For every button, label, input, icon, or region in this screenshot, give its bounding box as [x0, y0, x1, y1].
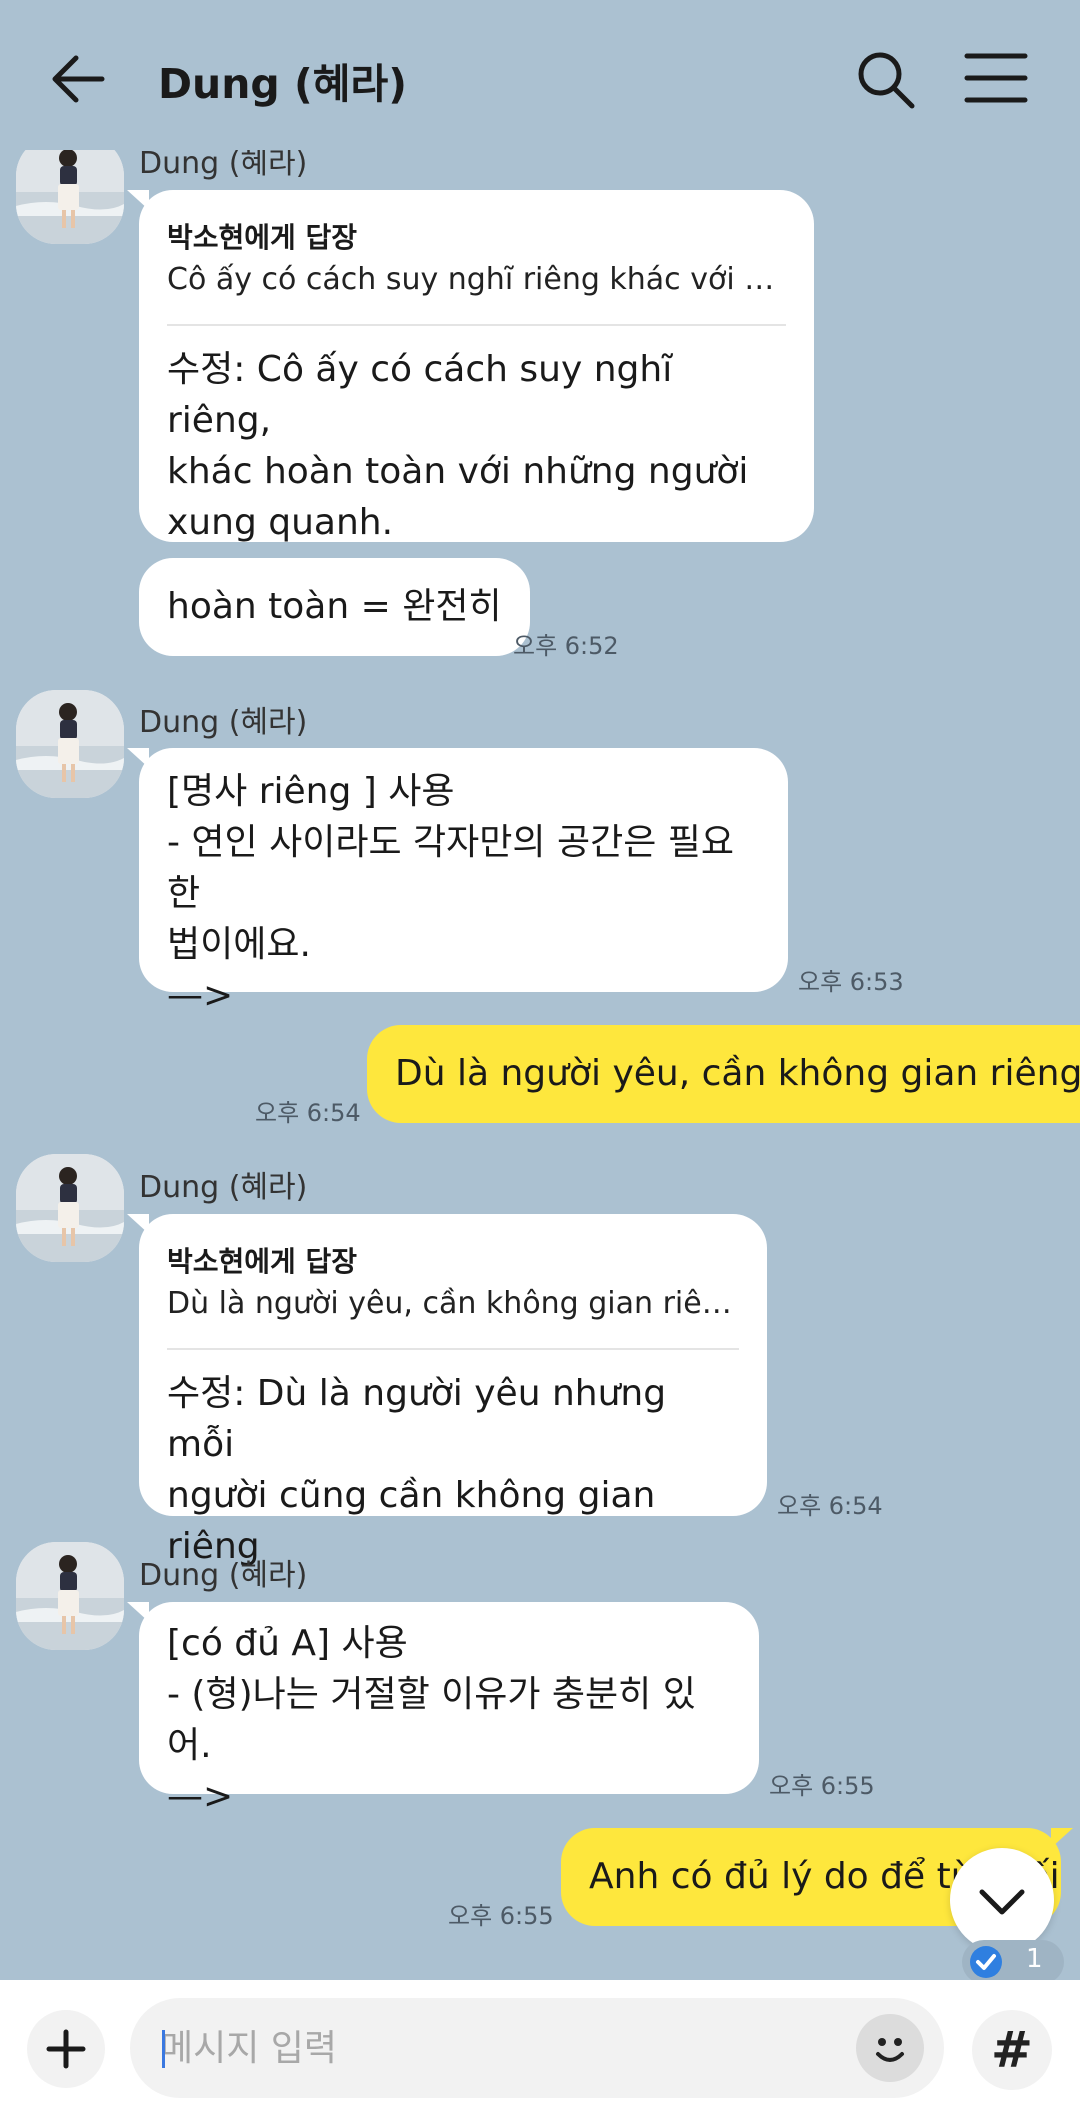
hashtag-button[interactable]: #: [972, 2010, 1052, 2090]
message-input-bar: #: [0, 1980, 1080, 2114]
profile-photo: [16, 690, 124, 798]
avatar[interactable]: [16, 150, 124, 244]
sender-name: Dung (혜라): [139, 1558, 308, 1593]
reply-quote[interactable]: Cô ấy có cách suy nghĩ riêng khác với n.…: [167, 258, 786, 302]
emoji-icon: [876, 2038, 904, 2062]
avatar[interactable]: [16, 690, 124, 798]
message-bubble[interactable]: hoàn toàn = 완전히: [139, 558, 530, 656]
plus-button[interactable]: [27, 2010, 105, 2088]
message-time: 오후 6:54: [255, 1099, 361, 1127]
hamburger-menu-icon[interactable]: [964, 50, 1028, 106]
check-icon: [970, 1946, 1002, 1978]
plus-icon: [46, 2029, 86, 2069]
emoji-button[interactable]: [856, 2014, 924, 2082]
reply-target-label: 박소현에게 답장: [167, 1245, 358, 1278]
chat-header: Dung (혜라): [0, 0, 1080, 150]
message-bubble[interactable]: [명사 riêng ] 사용 - 연인 사이라도 각자만의 공간은 필요한 법이…: [127, 748, 788, 1016]
message-text: 수정: Cô ấy có cách suy nghĩ riêng, khác h…: [167, 349, 749, 543]
message-list[interactable]: Dung (혜라) 박소현에게 답장 Cô ấy có cách suy ngh…: [0, 150, 1080, 1980]
reply-quote[interactable]: Dù là người yêu, cần không gian riêng.: [167, 1282, 739, 1326]
unread-count: 1: [1026, 1944, 1043, 1974]
chat-title: Dung (혜라): [158, 60, 407, 108]
profile-photo: [16, 1542, 124, 1650]
message-input-container[interactable]: [130, 1998, 944, 2098]
message-text: hoàn toàn = 완전히: [167, 586, 502, 627]
chevron-down-icon: [979, 1889, 1025, 1915]
scroll-to-bottom-button[interactable]: [950, 1848, 1054, 1952]
avatar[interactable]: [16, 1154, 124, 1262]
avatar[interactable]: [16, 1542, 124, 1650]
message-time: 오후 6:53: [798, 968, 904, 996]
message-text: [명사 riêng ] 사용 - 연인 사이라도 각자만의 공간은 필요한 법이…: [167, 771, 735, 1016]
arrow-left-icon[interactable]: [44, 44, 114, 114]
message-time: 오후 6:55: [448, 1902, 554, 1930]
profile-photo: [16, 150, 124, 244]
profile-photo: [16, 1154, 124, 1262]
message-bubble[interactable]: 박소현에게 답장 Cô ấy có cách suy nghĩ riêng kh…: [127, 190, 814, 543]
read-badge: 1: [962, 1940, 1064, 1984]
message-time: 오후 6:54: [777, 1492, 883, 1520]
my-message-bubble[interactable]: Dù là người yêu, cần không gian riêng.: [367, 1025, 1080, 1123]
message-text: 수정: Dù là người yêu nhưng mỗi người cũng…: [167, 1373, 667, 1567]
sender-name: Dung (혜라): [139, 1170, 308, 1205]
sender-name: Dung (혜라): [139, 705, 308, 740]
message-time: 오후 6:55: [769, 1772, 875, 1800]
message-text: Dù là người yêu, cần không gian riêng.: [395, 1053, 1080, 1094]
sender-name: Dung (혜라): [139, 150, 308, 181]
message-bubble[interactable]: [có đủ A] 사용 - (형)나는 거절할 이유가 충분히 있어. —>: [127, 1602, 759, 1817]
reply-divider: [167, 1348, 739, 1350]
message-input[interactable]: [160, 2020, 860, 2076]
reply-target-label: 박소현에게 답장: [167, 221, 358, 254]
search-icon[interactable]: [852, 46, 918, 112]
message-bubble[interactable]: 박소현에게 답장 Dù là người yêu, cần không gian…: [127, 1214, 767, 1567]
message-time: 오후 6:52: [513, 632, 619, 660]
reply-divider: [167, 324, 786, 326]
message-text: [có đủ A] 사용 - (형)나는 거절할 이유가 충분히 있어. —>: [167, 1623, 696, 1817]
text-caret: [162, 2030, 165, 2068]
